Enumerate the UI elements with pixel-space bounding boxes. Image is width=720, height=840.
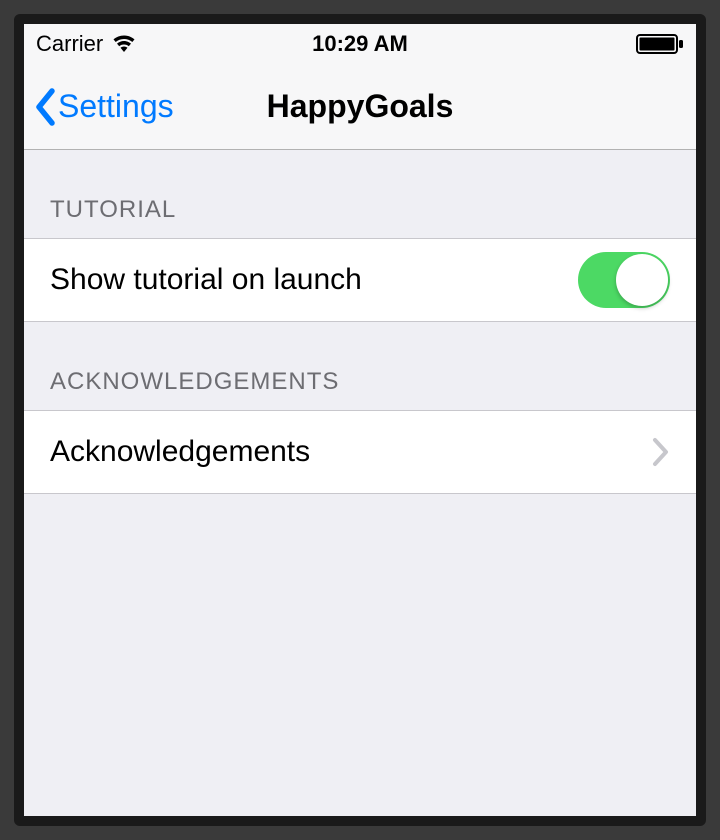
acknowledgements-label: Acknowledgements (50, 435, 310, 469)
carrier-label: Carrier (36, 31, 103, 57)
wifi-icon (111, 34, 137, 54)
show-tutorial-cell: Show tutorial on launch (24, 238, 696, 322)
back-label: Settings (58, 88, 174, 125)
device-frame: Carrier 10:29 AM (0, 0, 720, 840)
toggle-knob (616, 254, 668, 306)
chevron-right-icon (652, 437, 670, 467)
show-tutorial-toggle[interactable] (578, 252, 670, 308)
back-button[interactable]: Settings (34, 88, 174, 126)
status-time: 10:29 AM (312, 31, 408, 57)
show-tutorial-label: Show tutorial on launch (50, 263, 362, 297)
nav-bar: Settings HappyGoals (24, 64, 696, 150)
tutorial-header: TUTORIAL (24, 196, 696, 238)
device-inner: Carrier 10:29 AM (14, 14, 706, 826)
acknowledgements-header: ACKNOWLEDGEMENTS (24, 368, 696, 410)
status-left: Carrier (36, 31, 137, 57)
chevron-left-icon (34, 88, 56, 126)
screen: Carrier 10:29 AM (24, 24, 696, 816)
battery-icon (636, 34, 684, 54)
nav-title: HappyGoals (267, 88, 454, 125)
acknowledgements-cell[interactable]: Acknowledgements (24, 410, 696, 494)
acknowledgements-section: ACKNOWLEDGEMENTS Acknowledgements (24, 368, 696, 494)
status-right (636, 34, 684, 54)
status-bar: Carrier 10:29 AM (24, 24, 696, 64)
tutorial-section: TUTORIAL Show tutorial on launch (24, 196, 696, 322)
